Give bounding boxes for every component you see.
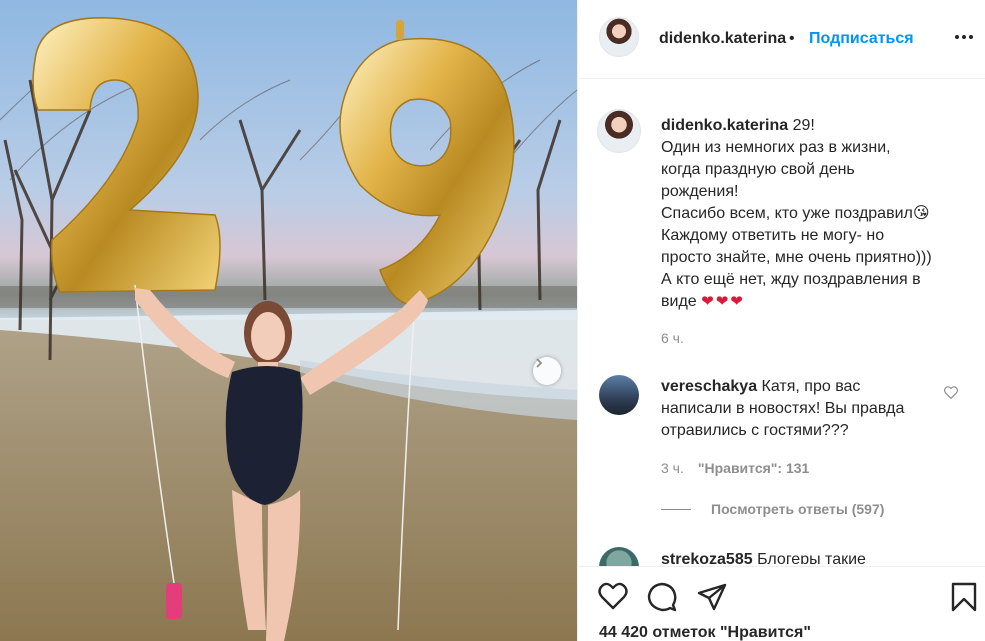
- post-likes-count[interactable]: 44 420 отметок "Нравится": [599, 624, 811, 641]
- bookmark-icon: [951, 582, 977, 612]
- commenter-avatar[interactable]: [599, 375, 639, 415]
- speech-bubble-icon: [647, 582, 677, 612]
- caption-line: просто знайте, мне очень приятно))): [661, 249, 932, 266]
- comment-button[interactable]: [646, 581, 678, 613]
- post-photo[interactable]: [0, 0, 577, 641]
- post-details-panel: didenko.katerina • Подписаться didenko.k…: [577, 0, 985, 641]
- caption-line: Спасибо всем, кто уже поздравил😘: [661, 205, 930, 222]
- heart-icon: [598, 582, 628, 610]
- post-header: didenko.katerina • Подписаться: [578, 0, 985, 79]
- like-button[interactable]: [597, 581, 629, 613]
- action-bar: 44 420 отметок "Нравится": [578, 566, 985, 641]
- chevron-right-icon: [536, 358, 543, 368]
- heart-outline-icon: [944, 386, 958, 400]
- comment-text: отравились с гостями???: [661, 422, 849, 439]
- comment-timestamp[interactable]: 3 ч.: [661, 460, 684, 476]
- separator-dot: •: [789, 30, 795, 47]
- view-replies-button[interactable]: Посмотреть ответы (597): [661, 501, 884, 517]
- post-caption: didenko.katerina 29! Один из немногих ра…: [661, 115, 961, 313]
- caption-line: виде: [661, 293, 697, 310]
- author-username[interactable]: didenko.katerina: [659, 30, 786, 48]
- replies-divider: [661, 508, 691, 510]
- author-avatar[interactable]: [599, 17, 639, 57]
- comment-likes[interactable]: "Нравится": 131: [698, 460, 809, 476]
- share-button[interactable]: [696, 581, 728, 613]
- commenter-username[interactable]: strekoza585: [661, 551, 753, 564]
- comment-text: Блогеры такие: [757, 551, 866, 564]
- caption-username[interactable]: didenko.katerina: [661, 117, 788, 134]
- comment-meta: 3 ч. "Нравится": 131: [661, 460, 809, 476]
- follow-button[interactable]: Подписаться: [809, 30, 914, 48]
- caption-line: А кто ещё нет, жду поздравления в: [661, 271, 921, 288]
- more-options-icon[interactable]: [952, 27, 976, 47]
- comment-text: Катя, про вас: [761, 378, 861, 395]
- comment-like-button[interactable]: [944, 386, 958, 404]
- next-photo-button[interactable]: [533, 357, 561, 385]
- comment: strekoza585 Блогеры такие: [661, 549, 866, 564]
- save-button[interactable]: [948, 581, 980, 613]
- caption-line: когда праздную свой день: [661, 161, 855, 178]
- comment: vereschakya Катя, про вас написали в нов…: [661, 376, 941, 442]
- caption-line: рождения!: [661, 183, 739, 200]
- paper-plane-icon: [697, 583, 727, 611]
- comment-text: написали в новостях! Вы правда: [661, 400, 905, 417]
- caption-timestamp[interactable]: 6 ч.: [661, 330, 684, 346]
- caption-author-avatar[interactable]: [597, 109, 641, 153]
- hearts-emoji: ❤❤❤: [701, 293, 745, 310]
- view-replies-label: Посмотреть ответы (597): [711, 501, 885, 517]
- photo-scene: [0, 17, 577, 641]
- commenter-username[interactable]: vereschakya: [661, 378, 757, 395]
- caption-first-line: 29!: [792, 117, 815, 134]
- caption-line: Один из немногих раз в жизни,: [661, 139, 891, 156]
- caption-line: Каждому ответить не могу- но: [661, 227, 885, 244]
